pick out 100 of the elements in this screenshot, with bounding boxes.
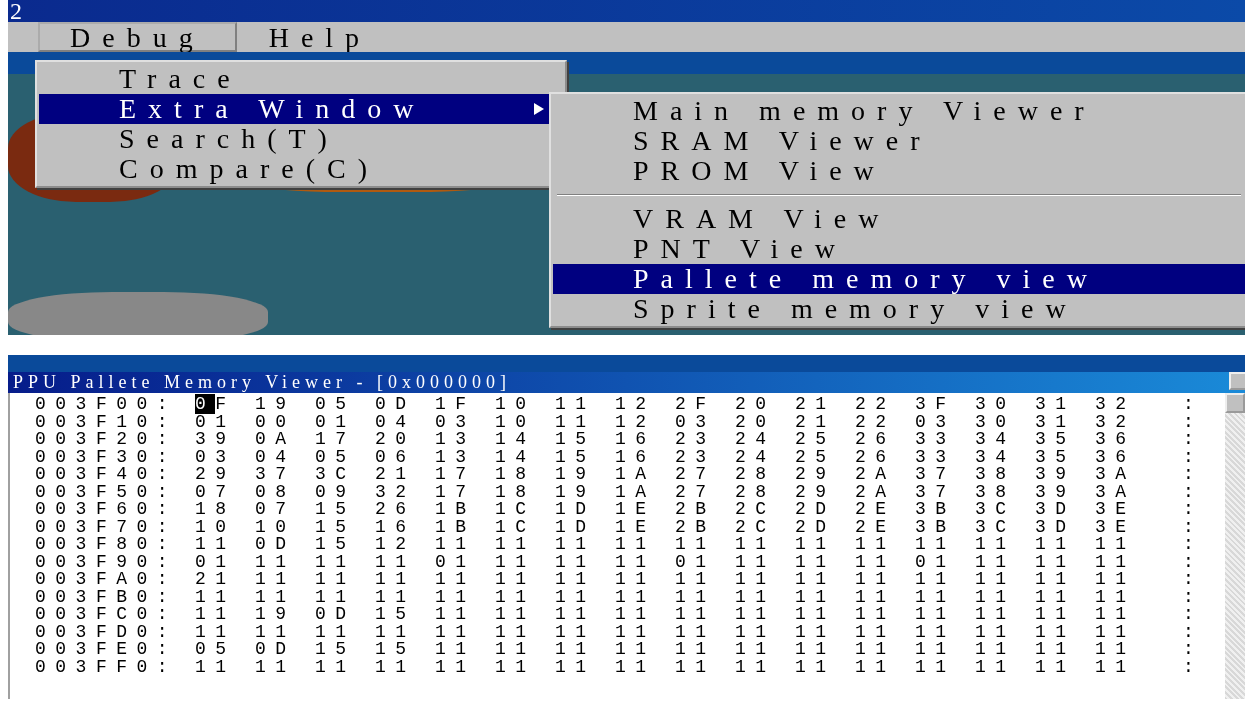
hex-byte: 11 <box>315 623 357 641</box>
address-label: 003FA0: <box>34 571 179 589</box>
hex-byte: 11 <box>615 536 657 554</box>
hex-byte: 11 <box>495 553 537 571</box>
hex-byte: 15 <box>315 641 357 659</box>
hex-byte: 1C <box>495 518 537 536</box>
hex-byte: 3E <box>1095 518 1137 536</box>
hex-byte: 22 <box>855 413 897 431</box>
hex-byte: 11 <box>735 588 777 606</box>
hex-byte: 11 <box>435 536 477 554</box>
hex-byte: 11 <box>675 588 717 606</box>
menu-item[interactable]: Debug <box>38 22 237 52</box>
hex-byte: 3C <box>975 501 1017 519</box>
hex-byte: 36 <box>1095 448 1137 466</box>
hex-byte: 3A <box>1095 483 1137 501</box>
hex-byte: 3B <box>915 518 957 536</box>
hex-byte: 2E <box>855 501 897 519</box>
hex-byte: 3C <box>975 518 1017 536</box>
hex-byte: 20 <box>375 431 417 449</box>
hex-byte: 11 <box>855 571 897 589</box>
window-title: 2 <box>8 0 1245 22</box>
hex-byte: 11 <box>915 536 957 554</box>
menu-item[interactable]: Trace <box>39 64 563 94</box>
scroll-up-button[interactable] <box>1225 393 1245 413</box>
hex-byte: 13 <box>435 431 477 449</box>
hex-byte: 04 <box>375 413 417 431</box>
hex-byte: 26 <box>375 501 417 519</box>
menu-item[interactable]: PNT View <box>553 234 1245 264</box>
hex-byte: 11 <box>915 588 957 606</box>
hex-byte: 11 <box>1035 606 1077 624</box>
hex-byte: 26 <box>855 431 897 449</box>
hex-byte: 11 <box>495 641 537 659</box>
hex-byte: 11 <box>435 658 477 676</box>
menu-item[interactable]: Pallete memory view <box>553 264 1245 294</box>
hex-byte: 12 <box>375 536 417 554</box>
hex-byte: 34 <box>975 431 1017 449</box>
hex-byte: 11 <box>675 658 717 676</box>
hex-byte: 11 <box>615 641 657 659</box>
separator-colon: : <box>1182 658 1204 676</box>
hex-byte: 11 <box>1035 623 1077 641</box>
menu-item[interactable]: Sprite memory view <box>553 294 1245 324</box>
close-button[interactable] <box>1229 372 1245 390</box>
hex-byte: 00 <box>255 413 297 431</box>
vertical-scrollbar[interactable] <box>1225 393 1245 699</box>
hex-byte: 11 <box>975 536 1017 554</box>
address-label: 003FB0: <box>34 588 179 606</box>
hex-byte: 21 <box>795 396 837 414</box>
hex-byte: 11 <box>795 623 837 641</box>
hex-byte: 11 <box>495 536 537 554</box>
hex-byte: 10 <box>255 518 297 536</box>
hex-byte: 11 <box>435 588 477 606</box>
hex-byte: 11 <box>195 623 237 641</box>
menu-item[interactable]: PROM View <box>553 156 1245 186</box>
separator-colon: : <box>1182 606 1204 624</box>
separator-colon: : <box>1182 518 1204 536</box>
hex-byte: 12 <box>615 396 657 414</box>
separator-colon: : <box>1182 588 1204 606</box>
separator-colon: : <box>1182 623 1204 641</box>
hex-byte: 11 <box>1035 553 1077 571</box>
hex-byte: 04 <box>255 448 297 466</box>
hex-byte: 20 <box>735 413 777 431</box>
hex-byte: 16 <box>615 431 657 449</box>
address-label: 003FF0: <box>34 658 179 676</box>
hex-byte: 11 <box>855 606 897 624</box>
hex-byte: 30 <box>975 396 1017 414</box>
address-label: 003FC0: <box>34 606 179 624</box>
hex-byte: 11 <box>435 641 477 659</box>
hex-byte: 23 <box>675 431 717 449</box>
menu-item[interactable]: VRAM View <box>553 204 1245 234</box>
hex-byte: 2C <box>735 501 777 519</box>
hex-byte: 11 <box>375 658 417 676</box>
hex-byte: 11 <box>855 641 897 659</box>
hex-byte: 24 <box>735 431 777 449</box>
hex-byte: 11 <box>975 571 1017 589</box>
hex-byte: 11 <box>735 571 777 589</box>
hex-byte: 37 <box>915 483 957 501</box>
hex-byte: 1A <box>615 466 657 484</box>
hex-byte: 38 <box>975 483 1017 501</box>
hex-byte: 30 <box>975 413 1017 431</box>
hex-byte: 11 <box>675 536 717 554</box>
hex-byte: 11 <box>495 606 537 624</box>
hex-byte: 25 <box>795 431 837 449</box>
hex-byte: 11 <box>555 536 597 554</box>
hex-byte: 11 <box>495 571 537 589</box>
menu-item[interactable]: Help <box>236 22 404 52</box>
hex-byte: 27 <box>675 466 717 484</box>
hex-byte: 17 <box>435 466 477 484</box>
separator-colon: : <box>1182 536 1204 554</box>
hex-byte: 11 <box>255 623 297 641</box>
hex-byte: 11 <box>195 658 237 676</box>
menu-item[interactable]: SRAM Viewer <box>553 126 1245 156</box>
hex-byte: 11 <box>915 641 957 659</box>
hex-byte: 11 <box>735 536 777 554</box>
hex-byte: 32 <box>1095 396 1137 414</box>
separator-colon: : <box>1182 466 1204 484</box>
hex-byte: 11 <box>375 553 417 571</box>
hex-byte: 11 <box>195 588 237 606</box>
hex-byte: 17 <box>435 483 477 501</box>
hex-byte: 11 <box>255 553 297 571</box>
hex-byte: 11 <box>375 588 417 606</box>
